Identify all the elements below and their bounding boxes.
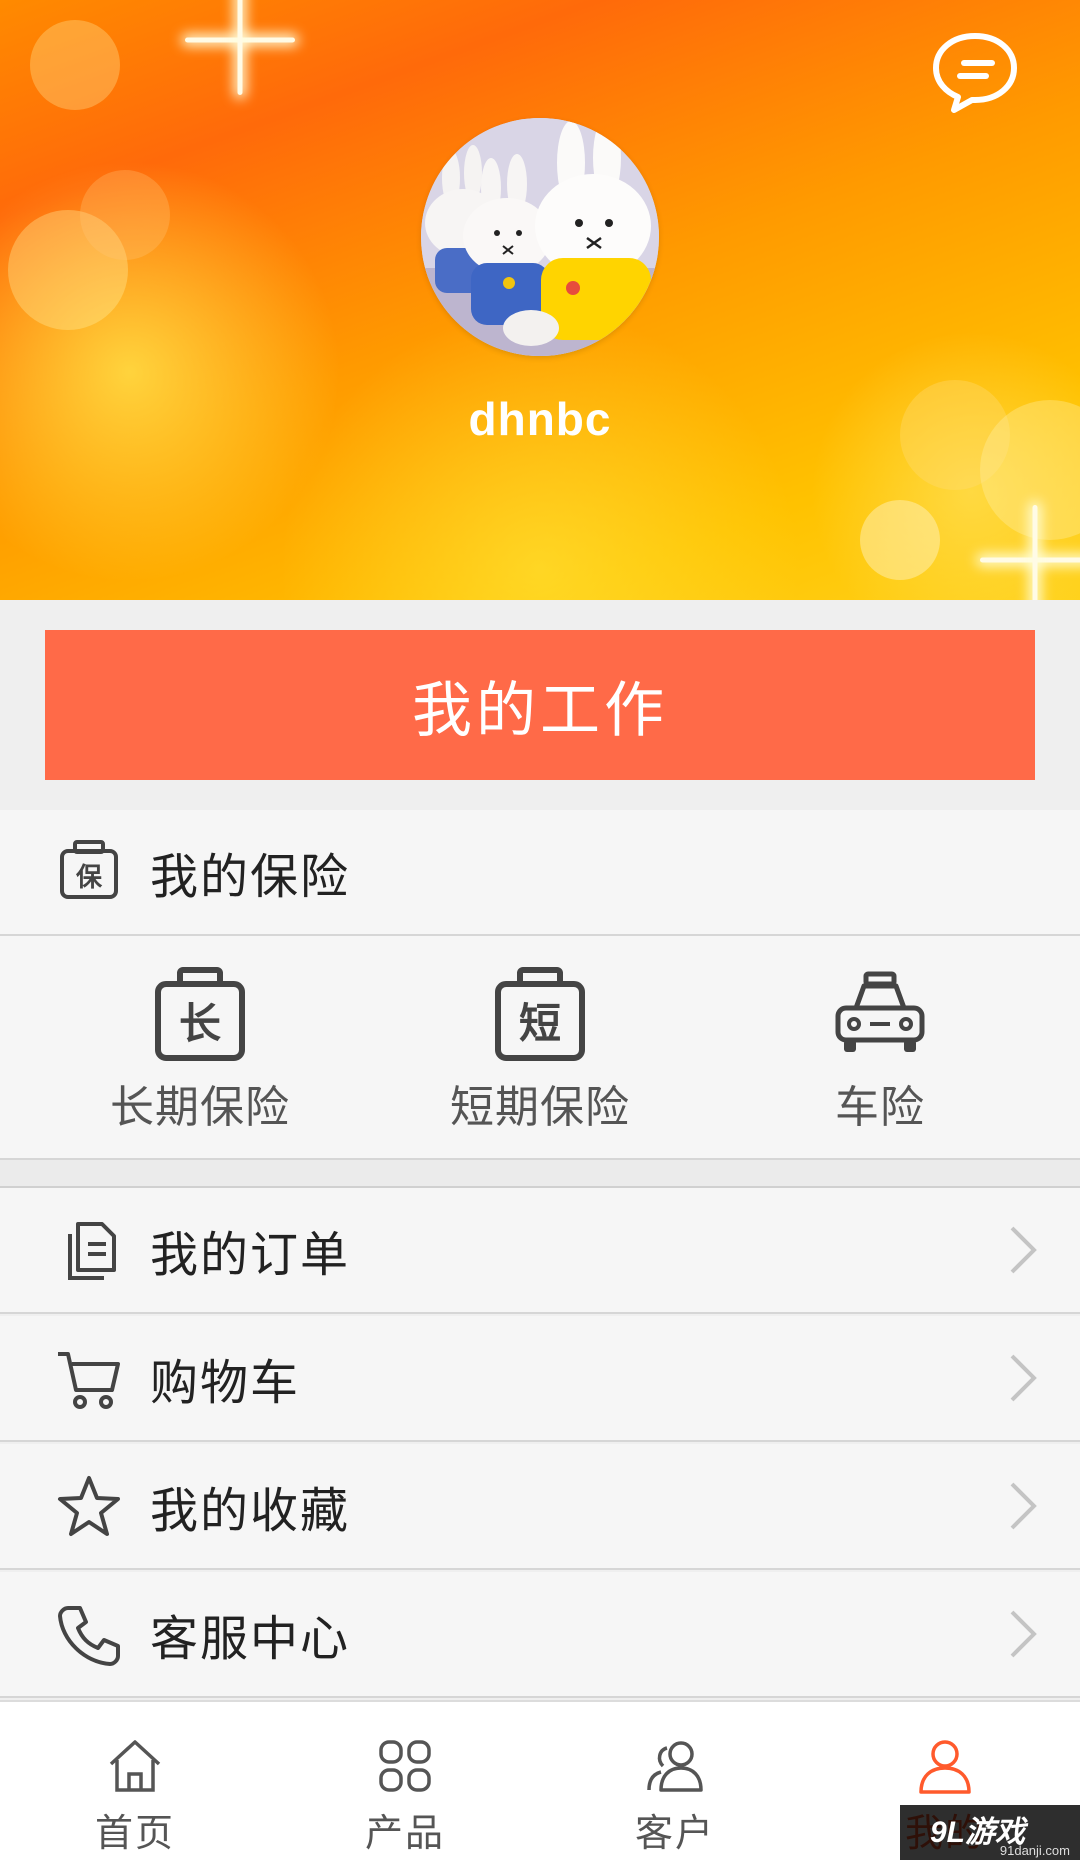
nav-home[interactable]: 首页 xyxy=(0,1702,270,1860)
profile-header: dhnbc xyxy=(0,0,1080,600)
avatar[interactable] xyxy=(421,118,659,356)
customer-service-label: 客服中心 xyxy=(150,1611,351,1667)
insurance-title: 我的保险 xyxy=(150,849,351,905)
my-favorites-label: 我的收藏 xyxy=(150,1483,351,1539)
insurance-bag-icon: 保 xyxy=(60,840,118,899)
short-term-glyph: 短 xyxy=(519,999,561,1048)
long-term-bag-icon: 长 xyxy=(155,967,245,1061)
watermark-sub: 91danji.com xyxy=(999,1843,1070,1858)
my-orders-row[interactable]: 我的订单 xyxy=(0,1188,1080,1314)
grid-icon xyxy=(379,1740,431,1792)
sparkle-decoration xyxy=(975,500,1080,600)
site-watermark: 9L游戏 91danji.com xyxy=(900,1805,1080,1860)
users-icon xyxy=(647,1741,703,1792)
long-term-insurance-item[interactable]: 长 长期保险 xyxy=(20,936,380,1160)
shopping-cart-label: 购物车 xyxy=(150,1355,301,1411)
bunny-plush-avatar xyxy=(421,118,659,356)
section-divider xyxy=(0,1160,1080,1188)
car-insurance-item[interactable]: 车险 xyxy=(700,936,1060,1160)
document-icon xyxy=(68,1222,116,1280)
chevron-right-icon xyxy=(1010,1354,1037,1402)
user-icon xyxy=(919,1740,971,1794)
long-term-label: 长期保险 xyxy=(110,1082,290,1133)
bokeh-light xyxy=(30,20,120,110)
chat-bubble-icon xyxy=(933,33,1017,113)
chevron-right-icon xyxy=(1010,1610,1037,1658)
car-insurance-label: 车险 xyxy=(835,1082,925,1133)
nav-products[interactable]: 产品 xyxy=(270,1702,540,1860)
short-term-label: 短期保险 xyxy=(450,1082,630,1133)
star-icon xyxy=(58,1476,120,1536)
nav-home-label: 首页 xyxy=(94,1811,175,1855)
bokeh-light xyxy=(80,170,170,260)
chevron-right-icon xyxy=(1010,1482,1037,1530)
insurance-grid: 长 长期保险 短 短期保险 车险 xyxy=(0,936,1080,1160)
shopping-cart-row[interactable]: 购物车 xyxy=(0,1316,1080,1442)
chevron-right-icon xyxy=(1010,1226,1037,1274)
sparkle-decoration xyxy=(180,0,300,100)
phone-icon xyxy=(58,1606,120,1666)
work-section: 我的工作 xyxy=(0,600,1080,810)
username: dhnbc xyxy=(468,393,612,445)
nav-customers[interactable]: 客户 xyxy=(540,1702,810,1860)
my-insurance-row[interactable]: 保 我的保险 xyxy=(0,810,1080,936)
cart-icon xyxy=(58,1352,120,1409)
nav-products-label: 产品 xyxy=(364,1811,445,1855)
car-icon xyxy=(835,971,925,1052)
customer-service-row[interactable]: 客服中心 xyxy=(0,1572,1080,1698)
long-term-glyph: 长 xyxy=(179,999,221,1048)
short-term-bag-icon: 短 xyxy=(495,967,585,1061)
nav-customers-label: 客户 xyxy=(634,1811,715,1855)
home-icon xyxy=(109,1740,161,1792)
insurance-glyph: 保 xyxy=(75,863,103,893)
short-term-insurance-item[interactable]: 短 短期保险 xyxy=(360,936,720,1160)
my-orders-label: 我的订单 xyxy=(150,1227,351,1283)
my-favorites-row[interactable]: 我的收藏 xyxy=(0,1444,1080,1570)
my-work-button[interactable]: 我的工作 xyxy=(45,630,1035,780)
bokeh-light xyxy=(860,500,940,580)
profile-page: dhnbc 我的工作 保 我的保险 长 长期保险 短 短期保险 车险 我的订单 … xyxy=(0,0,1080,1860)
message-button[interactable] xyxy=(930,30,1020,114)
